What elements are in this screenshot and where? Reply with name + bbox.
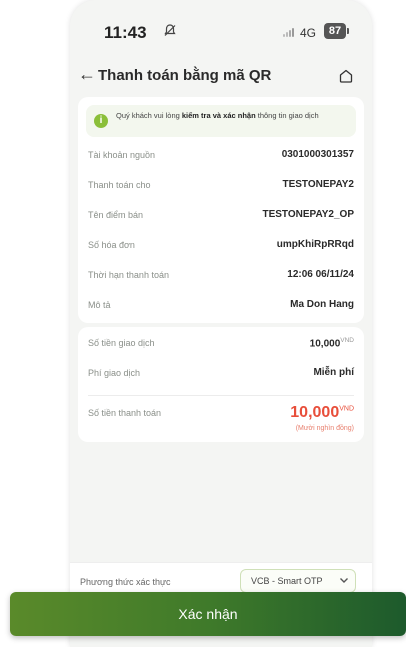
detail-row-merchant-name: Tên điểm bán TESTONEPAY2_OP bbox=[88, 209, 354, 220]
notice-text: Quý khách vui lòng kiểm tra và xác nhận … bbox=[116, 111, 319, 120]
detail-row-payment-deadline: Thời hạn thanh toán 12:06 06/11/24 bbox=[88, 269, 354, 280]
detail-row-invoice-number: Số hóa đơn umpKhiRpRRqd bbox=[88, 239, 354, 250]
page-title: Thanh toán bằng mã QR bbox=[98, 67, 272, 84]
page-header: ← Thanh toán bằng mã QR bbox=[70, 62, 372, 92]
total-amount-words: (Mười nghìn đồng) bbox=[295, 425, 354, 432]
auth-method-label: Phương thức xác thực bbox=[80, 577, 171, 587]
bell-muted-icon bbox=[164, 24, 176, 40]
chevron-down-icon bbox=[339, 575, 349, 588]
home-icon[interactable] bbox=[338, 68, 354, 84]
battery-tip bbox=[347, 28, 349, 34]
transaction-fee-row: Phí giao dịch Miễn phí bbox=[88, 367, 354, 378]
network-type: 4G bbox=[300, 26, 317, 40]
signal-icon bbox=[283, 27, 297, 37]
battery-icon: 87 bbox=[324, 23, 346, 39]
detail-row-description: Mô tả Ma Don Hang bbox=[88, 299, 354, 310]
amount-card: Số tiền giao dịch 10,000VND Phí giao dịc… bbox=[78, 327, 364, 442]
phone-screen: 11:43 4G 87 ← Thanh toán bằng mã QR i Qu… bbox=[70, 0, 372, 647]
total-amount-row: Số tiền thanh toán 10,000VND (Mười nghìn… bbox=[88, 404, 354, 432]
transaction-amount-row: Số tiền giao dịch 10,000VND bbox=[88, 337, 354, 350]
total-amount: 10,000VND bbox=[290, 404, 354, 421]
auth-method-select[interactable]: VCB - Smart OTP bbox=[240, 569, 356, 593]
detail-row-source-account: Tài khoản nguồn 0301000301357 bbox=[88, 149, 354, 160]
back-arrow-icon[interactable]: ← bbox=[78, 64, 96, 85]
status-bar: 11:43 4G 87 bbox=[70, 0, 372, 62]
status-time: 11:43 bbox=[104, 23, 147, 42]
transaction-details-card: i Quý khách vui lòng kiểm tra và xác nhậ… bbox=[78, 97, 364, 323]
notice-banner: i Quý khách vui lòng kiểm tra và xác nhậ… bbox=[86, 105, 356, 137]
detail-row-pay-to: Thanh toán cho TESTONEPAY2 bbox=[88, 179, 354, 190]
info-icon: i bbox=[94, 114, 108, 128]
confirm-button[interactable]: Xác nhận bbox=[10, 592, 406, 636]
